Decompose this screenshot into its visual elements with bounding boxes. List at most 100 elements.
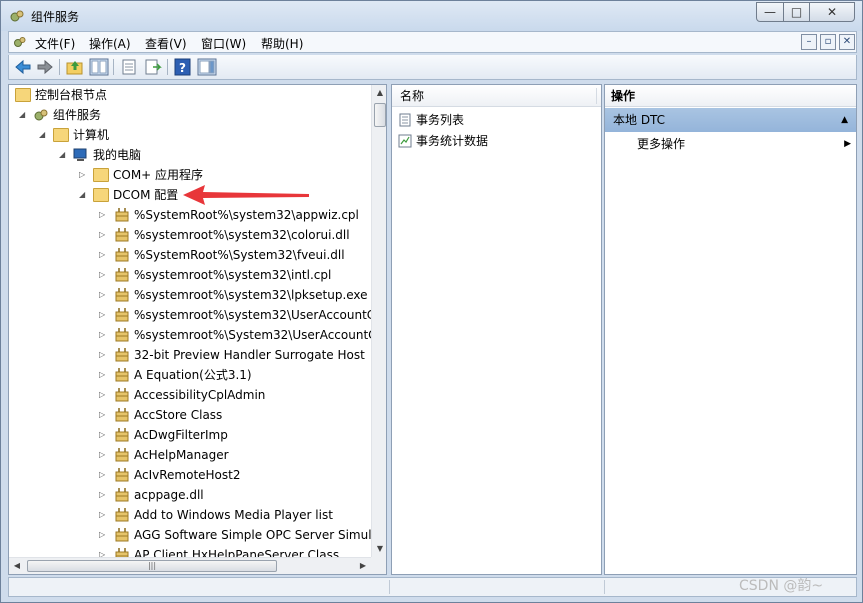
tree-item-label: acppage.dll [134, 488, 204, 502]
tree-item-label: %SystemRoot%\System32\fveui.dll [134, 248, 345, 262]
scroll-down-arrow-icon[interactable]: ▼ [372, 541, 386, 557]
tree-item-label: AcDwgFilterImp [134, 428, 228, 442]
tree-item-label: %SystemRoot%\system32\appwiz.cpl [134, 208, 359, 222]
tree-item-label: AcHelpManager [134, 448, 229, 462]
tree-item-label: A Equation(公式3.1) [134, 368, 252, 382]
component-package-icon [115, 308, 129, 322]
actions-pane: 操作 本地 DTC ▲ 更多操作 ▶ [604, 84, 857, 575]
scroll-right-arrow-icon[interactable]: ▶ [355, 558, 371, 574]
tree-item-label: 32-bit Preview Handler Surrogate Host [134, 348, 365, 362]
scroll-thumb[interactable] [374, 103, 386, 127]
component-package-icon [115, 428, 129, 442]
mdi-minimize-button[interactable]: – [801, 34, 817, 50]
collapsed-triangle-icon[interactable]: ▷ [99, 205, 109, 225]
menu-file[interactable]: 文件(F) [35, 35, 75, 52]
menu-view[interactable]: 查看(V) [145, 35, 187, 52]
collapsed-triangle-icon[interactable]: ▷ [99, 505, 109, 525]
computer-icon [73, 148, 87, 161]
console-icon [14, 37, 26, 47]
collapsed-triangle-icon[interactable]: ▷ [99, 525, 109, 545]
collapsed-triangle-icon[interactable]: ▷ [99, 425, 109, 445]
up-folder-icon[interactable] [65, 58, 85, 76]
submenu-arrow-icon: ▶ [844, 139, 851, 149]
tree-item-label: 计算机 [73, 128, 110, 142]
collapsed-triangle-icon[interactable]: ▷ [99, 365, 109, 385]
collapsed-triangle-icon[interactable]: ▷ [79, 165, 89, 185]
scroll-up-arrow-icon[interactable]: ▲ [372, 85, 386, 101]
expanded-triangle-icon[interactable]: ◢ [79, 185, 89, 205]
folder-icon [15, 88, 31, 102]
component-services-icon [10, 10, 24, 22]
tree-item-label: AccessibilityCplAdmin [134, 388, 266, 402]
expanded-triangle-icon[interactable]: ◢ [59, 145, 69, 165]
folder-icon [53, 128, 69, 142]
collapsed-triangle-icon[interactable]: ▷ [99, 465, 109, 485]
component-services-icon [34, 109, 48, 121]
collapsed-triangle-icon[interactable]: ▷ [99, 285, 109, 305]
list-document-icon [399, 113, 411, 127]
collapsed-triangle-icon[interactable]: ▷ [99, 265, 109, 285]
tree-item-label: %systemroot%\system32\intl.cpl [134, 268, 332, 282]
menu-bar: 文件(F) 操作(A) 查看(V) 窗口(W) 帮助(H) – ▫ ✕ [8, 31, 857, 53]
menu-action[interactable]: 操作(A) [89, 35, 131, 52]
collapse-triangle-icon[interactable]: ▲ [841, 108, 848, 132]
component-package-icon [115, 208, 129, 222]
mdi-restore-button[interactable]: ▫ [820, 34, 836, 50]
actions-section-local-dtc[interactable]: 本地 DTC ▲ [605, 108, 856, 132]
tree-item-label: %systemroot%\system32\UserAccountCo [134, 308, 383, 322]
tree-item-label: %systemroot%\System32\UserAccountCo [134, 328, 384, 342]
actions-section-label: 本地 DTC [613, 113, 666, 127]
collapsed-triangle-icon[interactable]: ▷ [99, 485, 109, 505]
properties-icon[interactable] [143, 58, 163, 76]
list-item-label: 事务统计数据 [416, 134, 489, 148]
menu-help[interactable]: 帮助(H) [261, 35, 303, 52]
collapsed-triangle-icon[interactable]: ▷ [99, 385, 109, 405]
window-title: 组件服务 [31, 10, 80, 24]
help-icon[interactable]: ? [173, 58, 193, 76]
more-actions-label: 更多操作 [637, 137, 686, 151]
component-package-icon [115, 228, 129, 242]
vertical-scrollbar[interactable]: ▲ ▼ [371, 85, 386, 557]
collapsed-triangle-icon[interactable]: ▷ [99, 345, 109, 365]
scrollbar-corner [371, 557, 386, 574]
folder-icon [93, 188, 109, 202]
expanded-triangle-icon[interactable]: ◢ [19, 105, 29, 125]
more-actions-item[interactable]: 更多操作 ▶ [637, 134, 855, 154]
close-button[interactable]: ✕ [809, 2, 855, 22]
maximize-button[interactable]: □ [783, 2, 810, 22]
collapsed-triangle-icon[interactable]: ▷ [99, 405, 109, 425]
action-pane-icon[interactable] [197, 58, 217, 76]
tree-item-label: 组件服务 [53, 108, 102, 122]
mdi-close-button[interactable]: ✕ [839, 34, 855, 50]
actions-header: 操作 [605, 85, 856, 107]
column-divider[interactable] [596, 88, 597, 104]
component-package-icon [115, 488, 129, 502]
component-package-icon [115, 248, 129, 262]
component-package-icon [115, 448, 129, 462]
scroll-thumb[interactable]: ||| [27, 560, 277, 572]
red-annotation-arrow [183, 185, 309, 205]
tree-item-label: %systemroot%\system32\lpksetup.exe [134, 288, 368, 302]
collapsed-triangle-icon[interactable]: ▷ [99, 325, 109, 345]
horizontal-scrollbar[interactable]: ◀ ||| ▶ [9, 557, 371, 574]
tree-item-label: DCOM 配置 [113, 188, 179, 202]
collapsed-triangle-icon[interactable]: ▷ [99, 225, 109, 245]
status-bar [8, 577, 857, 597]
forward-arrow-icon[interactable] [35, 58, 55, 76]
minimize-button[interactable]: — [756, 2, 784, 22]
status-divider [604, 580, 605, 594]
folder-icon [93, 168, 109, 182]
collapsed-triangle-icon[interactable]: ▷ [99, 245, 109, 265]
scroll-left-arrow-icon[interactable]: ◀ [9, 558, 25, 574]
expanded-triangle-icon[interactable]: ◢ [39, 125, 49, 145]
collapsed-triangle-icon[interactable]: ▷ [99, 305, 109, 325]
title-bar[interactable]: 组件服务 — □ ✕ [1, 1, 862, 31]
column-header-name[interactable]: 名称 [392, 85, 601, 107]
show-hide-tree-icon[interactable] [89, 58, 109, 76]
tree-item-label: 我的电脑 [93, 148, 142, 162]
export-list-icon[interactable] [119, 58, 139, 76]
collapsed-triangle-icon[interactable]: ▷ [99, 445, 109, 465]
tree-item-label: COM+ 应用程序 [113, 168, 204, 182]
menu-window[interactable]: 窗口(W) [201, 35, 246, 52]
back-arrow-icon[interactable] [13, 58, 33, 76]
